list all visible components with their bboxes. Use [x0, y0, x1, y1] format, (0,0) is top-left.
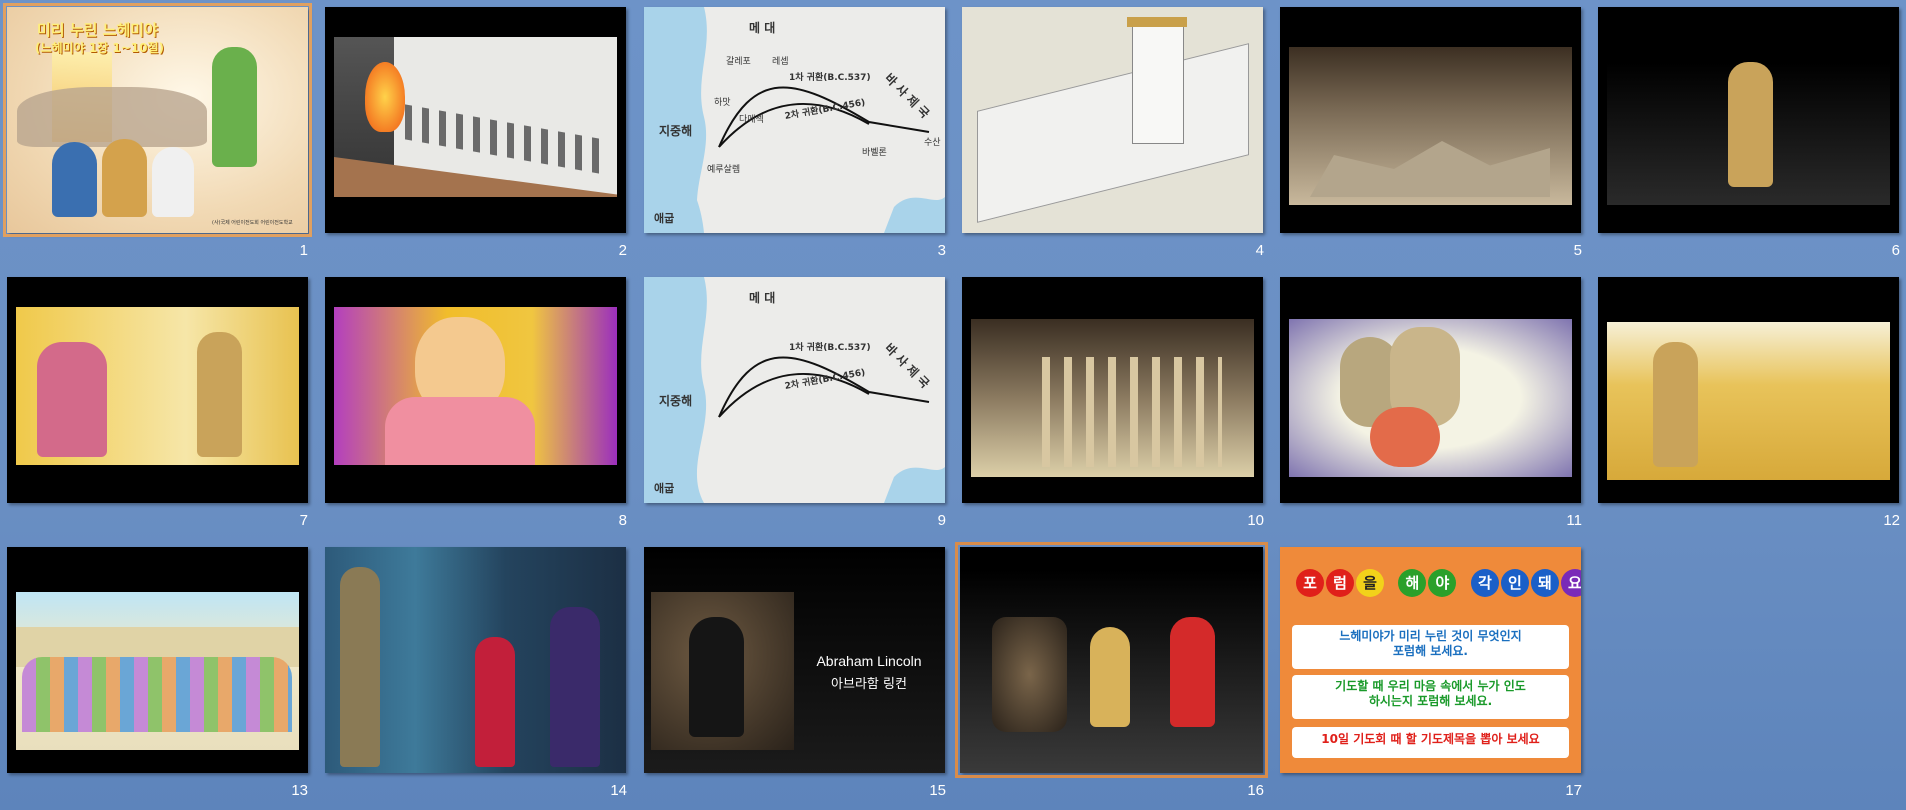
slide-number-7: 7 [299, 512, 308, 529]
nehemiah-figure [197, 332, 242, 457]
map-label-jerusalem: 예루살렘 [707, 165, 741, 175]
slide-thumbnail-5[interactable] [1280, 7, 1581, 233]
map-label-aleppo: 갈레포 [726, 57, 751, 67]
slide-number-11: 11 [1566, 512, 1582, 529]
slide-thumbnail-7[interactable] [7, 277, 308, 503]
fire [365, 62, 405, 132]
temple-tower [1132, 22, 1184, 144]
slide-thumbnail-17[interactable]: 포럼을 해야 각인돼요 느헤미야가 미리 누린 것이 무엇인지 포럼해 보세요.… [1280, 547, 1581, 773]
slide-number-12: 12 [1883, 512, 1900, 529]
nehemiah-figure [1090, 627, 1130, 727]
map-label-damascus: 다메섹 [739, 115, 764, 125]
slide-thumbnail-2[interactable] [325, 7, 626, 233]
pill-7: 인 [1500, 569, 1529, 597]
slide-number-2: 2 [618, 242, 627, 259]
slide-thumbnail-9[interactable]: 메 대 1차 귀환(B.C.537) 2차 귀환(B.C.456) 바 사 제 … [644, 277, 945, 503]
slide-number-8: 8 [618, 512, 627, 529]
slide-number-14: 14 [610, 782, 627, 799]
king-figure [550, 607, 600, 767]
slide-number-15: 15 [929, 782, 946, 799]
queen-figure [475, 637, 515, 767]
map-label-susa: 수산 [924, 138, 941, 148]
slide-number-1: 1 [299, 242, 308, 259]
pill-9: 요 [1560, 569, 1581, 597]
task-3: 10일 기도회 때 할 기도제목을 뽑아 보세요 [1292, 727, 1569, 758]
slide-1-footer: (사)국제 어린이전도회 어린이전도학교 [212, 220, 293, 226]
map-label-media: 메 대 [749, 291, 776, 305]
slide-1-subtitle: (느헤미야 1장 1~10절) [35, 41, 165, 55]
broken-pillars [1042, 357, 1222, 467]
slide-thumbnail-8[interactable] [325, 277, 626, 503]
figure-child-2 [102, 139, 147, 217]
task-2: 기도할 때 우리 마음 속에서 누가 인도 하시는지 포럼해 보세요. [1292, 675, 1569, 719]
mocker-3 [1370, 407, 1440, 467]
slide-thumbnail-3[interactable]: 메 대 갈레포 레셉 1차 귀환(B.C.537) 2차 귀환(B.C.456)… [644, 7, 945, 233]
map-label-mediterranean: 지중해 [659, 124, 693, 138]
slide-thumbnail-10[interactable] [962, 277, 1263, 503]
pill-5: 야 [1428, 569, 1457, 597]
rubble [17, 87, 207, 147]
temple-walls [977, 43, 1249, 223]
slide-thumbnail-6[interactable] [1598, 7, 1899, 233]
slide-1-title: 미리 누린 느헤미야 [37, 21, 158, 39]
slide-thumbnail-11[interactable] [1280, 277, 1581, 503]
slide-number-10: 10 [1247, 512, 1264, 529]
slide-number-4: 4 [1255, 242, 1264, 259]
slide-17-header: 포럼을 해야 각인돼요 [1296, 569, 1581, 597]
slide-12-field [1607, 322, 1890, 480]
slide-number-6: 6 [1891, 242, 1900, 259]
map-label-first-return: 1차 귀환(B.C.537) [789, 343, 871, 353]
pill-3: 을 [1356, 569, 1384, 597]
figure-child-3 [152, 147, 194, 217]
pill-1: 포 [1296, 569, 1324, 597]
pill-6: 각 [1470, 569, 1499, 597]
slide-thumbnail-12[interactable] [1598, 277, 1899, 503]
cupbearer-figure [1728, 62, 1773, 187]
slide-thumbnail-1[interactable]: 미리 누린 느헤미야 (느헤미야 1장 1~10절) (사)국제 어린이전도회 … [3, 3, 312, 237]
king-robe [385, 397, 535, 465]
map-label-mediterranean: 지중해 [659, 394, 693, 408]
lincoln-caption-ko: 아브라함 링컨 [831, 677, 907, 692]
slide-thumbnail-15[interactable]: Abraham Lincoln 아브라함 링컨 [644, 547, 945, 773]
lincoln-figure [689, 617, 744, 737]
lincoln-photo-small [992, 617, 1067, 732]
slide-thumbnail-13[interactable] [7, 547, 308, 773]
map-label-resep: 레셉 [772, 57, 789, 67]
slide-number-13: 13 [291, 782, 308, 799]
map-label-hamath: 하맛 [714, 98, 731, 108]
pill-2: 럼 [1326, 569, 1354, 597]
map-label-first-return: 1차 귀환(B.C.537) [789, 73, 871, 83]
pill-4: 해 [1398, 569, 1427, 597]
task-1: 느헤미야가 미리 누린 것이 무엇인지 포럼해 보세요. [1292, 625, 1569, 669]
slide-thumbnail-14[interactable] [325, 547, 626, 773]
king-figure [1170, 617, 1215, 727]
slide-number-3: 3 [937, 242, 946, 259]
slide-number-9: 9 [937, 512, 946, 529]
slide-number-5: 5 [1573, 242, 1582, 259]
slide-number-16: 16 [1247, 782, 1264, 799]
figure-jesus [212, 47, 257, 167]
map-label-egypt: 애굽 [654, 482, 675, 495]
slide-number-17: 17 [1565, 782, 1582, 799]
map-label-egypt: 애굽 [654, 212, 675, 225]
slide-thumbnail-4[interactable] [962, 7, 1263, 233]
pill-8: 돼 [1530, 569, 1559, 597]
slide-thumbnail-16[interactable] [955, 542, 1268, 778]
map-label-media: 메 대 [749, 21, 776, 35]
map-label-babylon: 바벨론 [862, 148, 887, 158]
standing-figure [340, 567, 380, 767]
praying-figure [1653, 342, 1698, 467]
crowd [22, 657, 292, 732]
temple-tower-top [1127, 17, 1187, 27]
king-figure [37, 342, 107, 457]
figure-child-1 [52, 142, 97, 217]
lincoln-caption-en: Abraham Lincoln [816, 653, 922, 669]
